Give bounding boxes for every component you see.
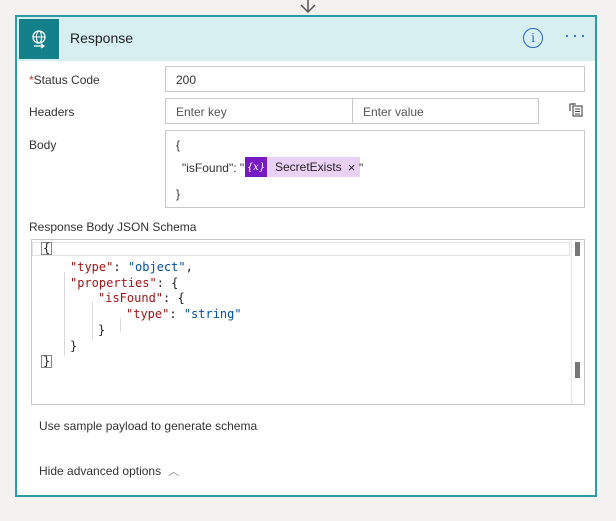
header-key-input[interactable]: Enter key	[165, 98, 353, 124]
status-code-label-text: Status Code	[33, 73, 100, 87]
headers-label: Headers	[29, 105, 75, 119]
body-close-quote: "	[359, 161, 364, 175]
status-code-input[interactable]: 200	[165, 66, 585, 92]
response-action-card: Response i ··· *Status Code 200 Headers …	[15, 15, 597, 497]
switch-to-text-mode-icon[interactable]	[568, 102, 584, 118]
dynamic-content-token[interactable]: {x} SecretExists ×	[245, 157, 361, 177]
scrollbar-cursor-marker	[575, 242, 580, 256]
header-value-input[interactable]: Enter value	[352, 98, 539, 124]
scrollbar-cursor-marker	[575, 362, 580, 378]
code-line: "type": "object",	[70, 260, 193, 274]
code-line: }	[41, 354, 53, 368]
code-line: {	[41, 241, 53, 255]
current-line-highlight	[32, 242, 570, 256]
more-options-icon[interactable]: ···	[564, 25, 588, 46]
status-code-value: 200	[176, 73, 197, 87]
status-code-label: *Status Code	[29, 73, 100, 87]
editor-scrollbar[interactable]	[571, 240, 584, 404]
info-icon[interactable]: i	[523, 28, 543, 48]
body-close-brace: }	[176, 187, 181, 201]
indent-guide	[64, 272, 65, 356]
header-key-placeholder: Enter key	[176, 105, 227, 119]
action-header[interactable]: Response i ···	[17, 17, 595, 61]
indent-guide	[120, 318, 121, 332]
chevron-up-icon: ︿	[168, 466, 180, 478]
body-editor[interactable]: { "isFound": " {x} SecretExists × " }	[165, 130, 585, 208]
hide-advanced-options-link[interactable]: Hide advanced options ︿	[39, 463, 179, 479]
code-line: "isFound": {	[98, 291, 185, 305]
code-line: "type": "string"	[126, 307, 242, 321]
globe-response-icon	[19, 19, 59, 59]
code-line: "properties": {	[70, 276, 179, 290]
variable-icon: {x}	[245, 157, 267, 177]
action-title: Response	[70, 30, 134, 46]
indent-guide	[92, 302, 93, 340]
sample-payload-link[interactable]: Use sample payload to generate schema	[39, 419, 257, 433]
hide-advanced-label: Hide advanced options	[39, 464, 162, 478]
body-key-text: "isFound": "	[182, 161, 245, 175]
schema-label: Response Body JSON Schema	[29, 220, 197, 234]
body-open-brace: {	[176, 138, 181, 152]
header-value-placeholder: Enter value	[363, 105, 424, 119]
body-label: Body	[29, 138, 57, 152]
connector-arrow-icon	[300, 0, 316, 14]
code-line: }	[70, 339, 78, 353]
schema-code-editor[interactable]: { "type": "object", "properties": { "isF…	[31, 239, 585, 405]
code-line: }	[98, 323, 106, 337]
token-label: SecretExists	[275, 160, 342, 174]
